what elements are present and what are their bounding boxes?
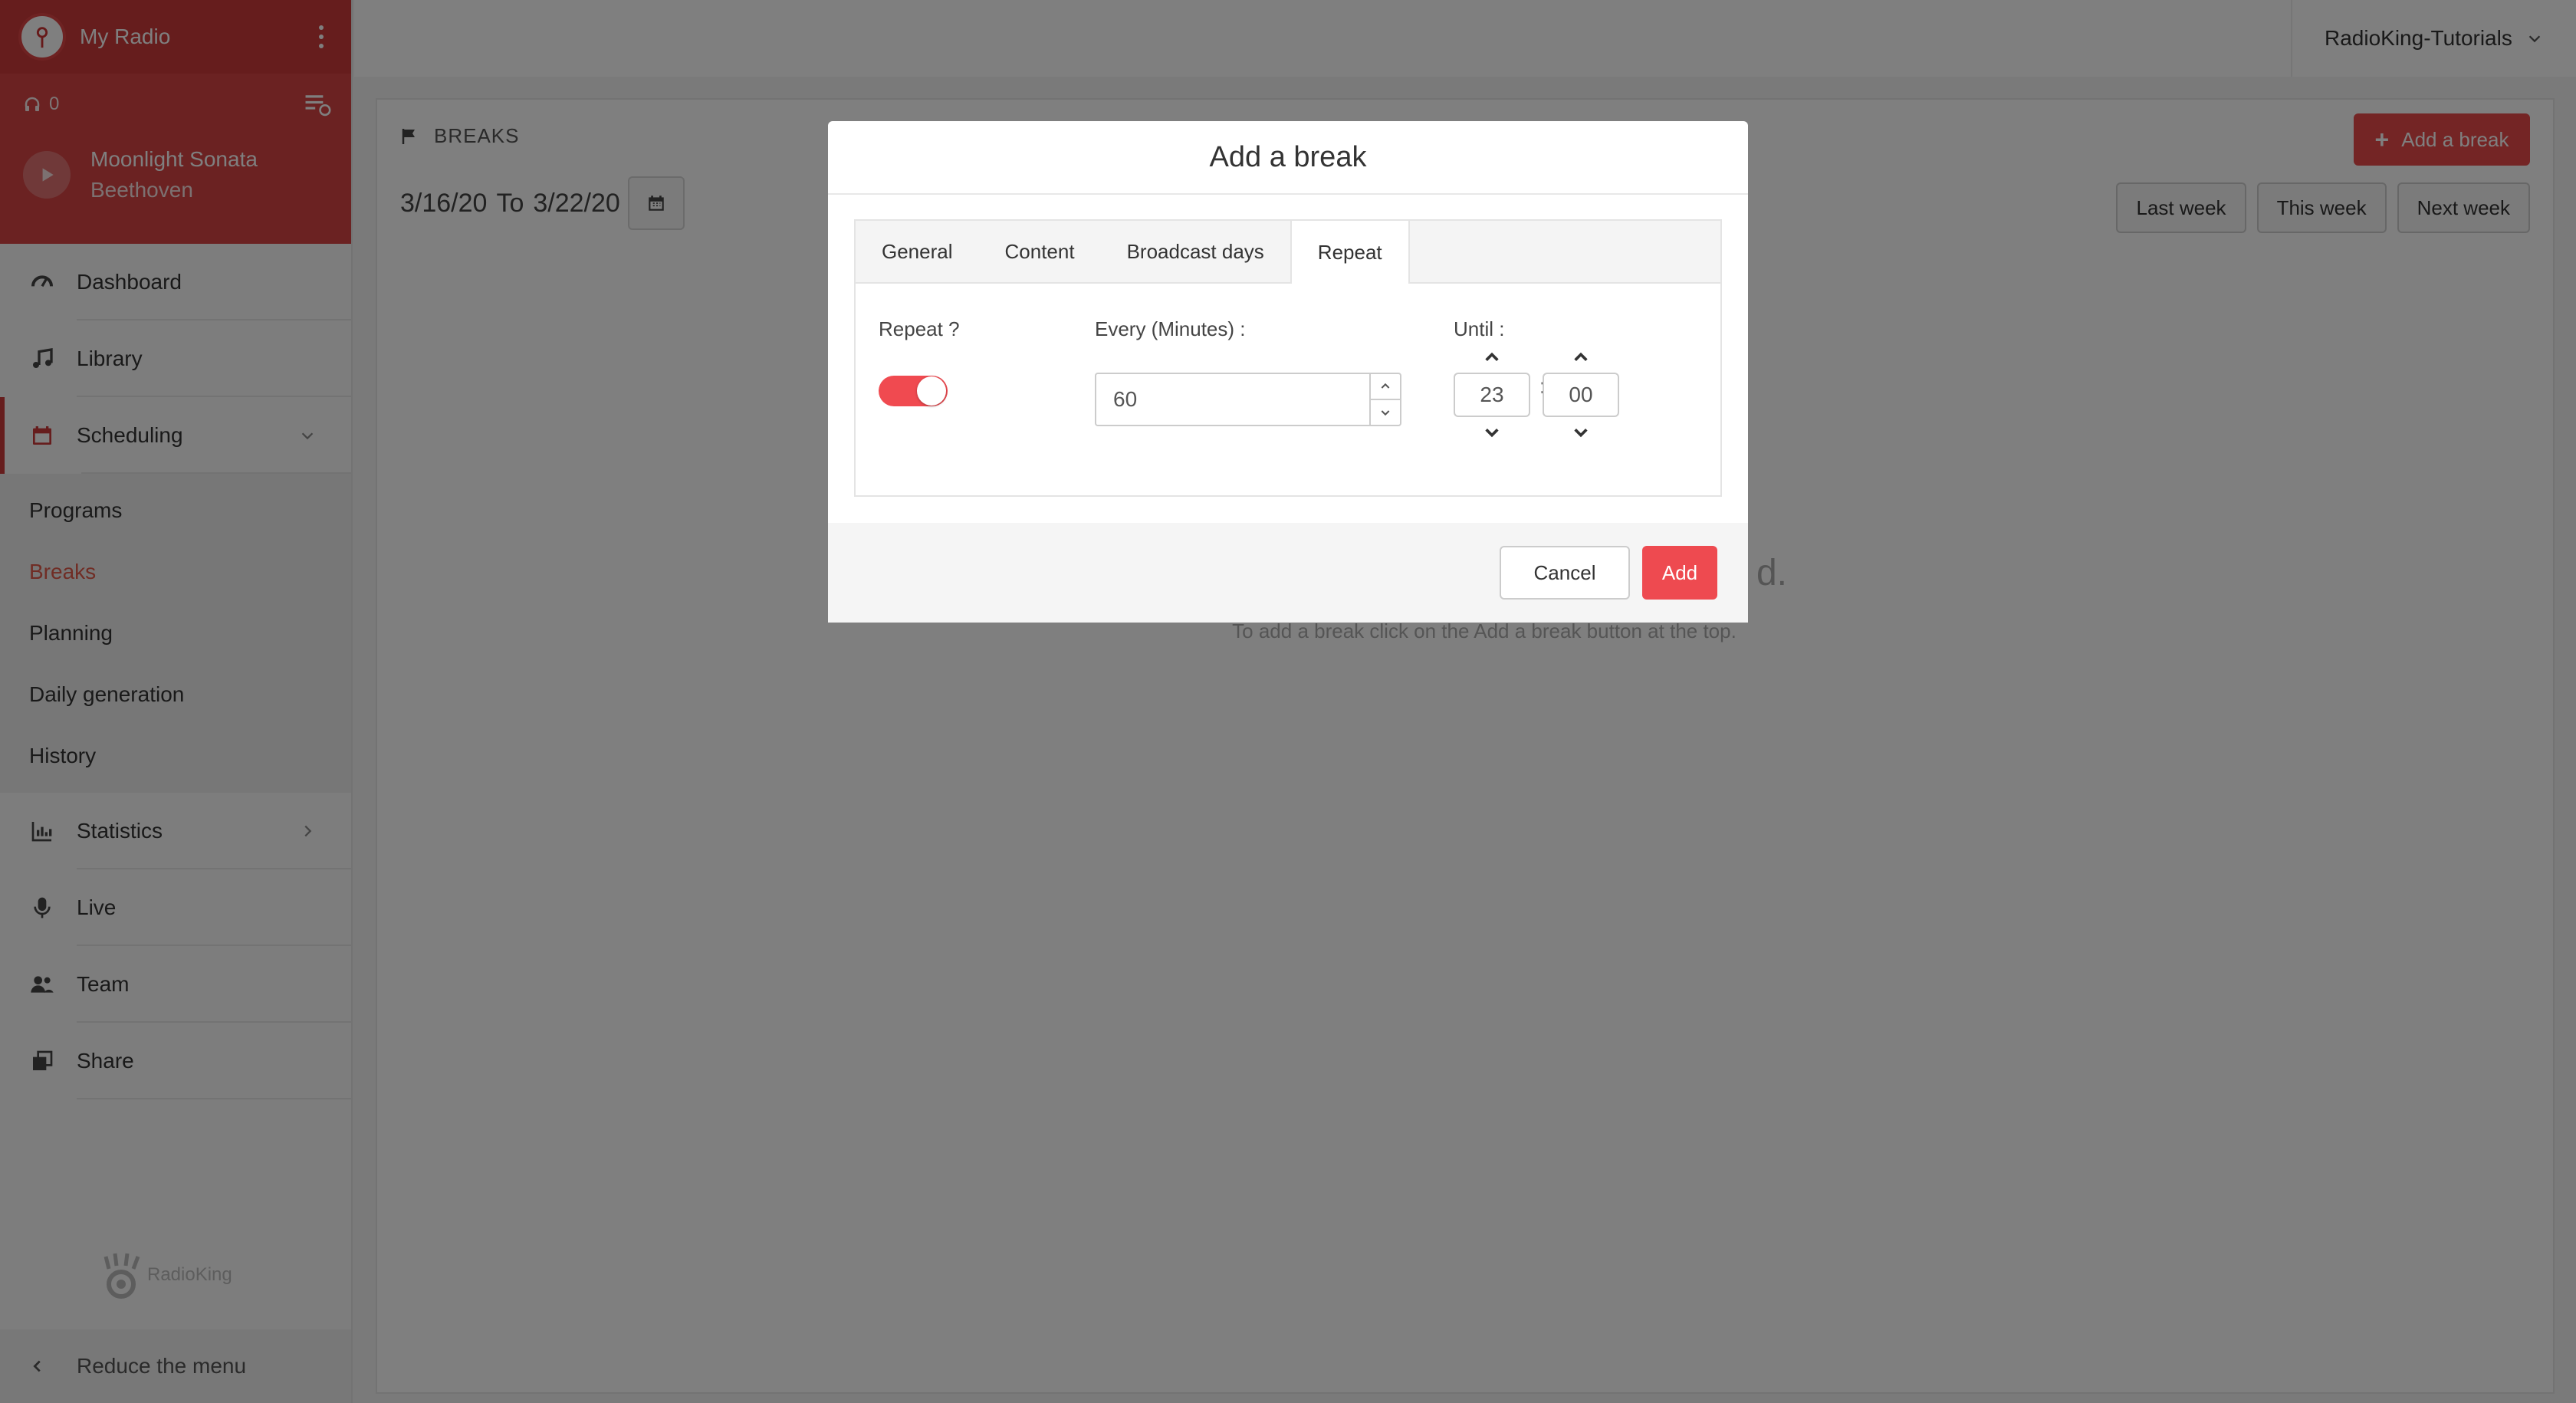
tab-broadcast-days[interactable]: Broadcast days	[1101, 221, 1290, 282]
chevron-up-icon	[1381, 383, 1390, 389]
tabs-panel: General Content Broadcast days Repeat Re…	[854, 219, 1722, 497]
every-minutes-spinner	[1369, 374, 1400, 425]
chevron-up-icon	[1485, 352, 1499, 361]
hours-down-button[interactable]	[1454, 417, 1530, 448]
until-minutes-picker: 00	[1543, 342, 1619, 448]
decrement-button[interactable]	[1371, 400, 1400, 425]
every-minutes-label: Every (Minutes) :	[1095, 317, 1246, 340]
chevron-down-icon	[1485, 429, 1499, 438]
modal-title: Add a break	[828, 121, 1748, 195]
every-minutes-input[interactable]: 60	[1095, 373, 1401, 426]
chevron-up-icon	[1574, 352, 1588, 361]
until-minutes-input[interactable]: 00	[1543, 373, 1619, 417]
toggle-knob	[917, 376, 946, 406]
chevron-down-icon	[1574, 429, 1588, 438]
tab-repeat[interactable]: Repeat	[1290, 221, 1410, 284]
tab-bar: General Content Broadcast days Repeat	[856, 221, 1720, 284]
chevron-down-icon	[1381, 410, 1390, 416]
repeat-toggle[interactable]	[879, 376, 948, 406]
minutes-down-button[interactable]	[1543, 417, 1619, 448]
repeat-label: Repeat ?	[879, 317, 960, 340]
increment-button[interactable]	[1371, 374, 1400, 400]
cancel-button[interactable]: Cancel	[1500, 546, 1630, 600]
add-button[interactable]: Add	[1642, 546, 1717, 600]
until-hours-picker: 23	[1454, 342, 1530, 448]
until-hours-input[interactable]: 23	[1454, 373, 1530, 417]
until-label: Until :	[1454, 317, 1505, 340]
minutes-up-button[interactable]	[1543, 342, 1619, 373]
tab-general[interactable]: General	[856, 221, 979, 282]
hours-up-button[interactable]	[1454, 342, 1530, 373]
every-minutes-value: 60	[1113, 387, 1138, 411]
tab-content[interactable]: Content	[979, 221, 1101, 282]
